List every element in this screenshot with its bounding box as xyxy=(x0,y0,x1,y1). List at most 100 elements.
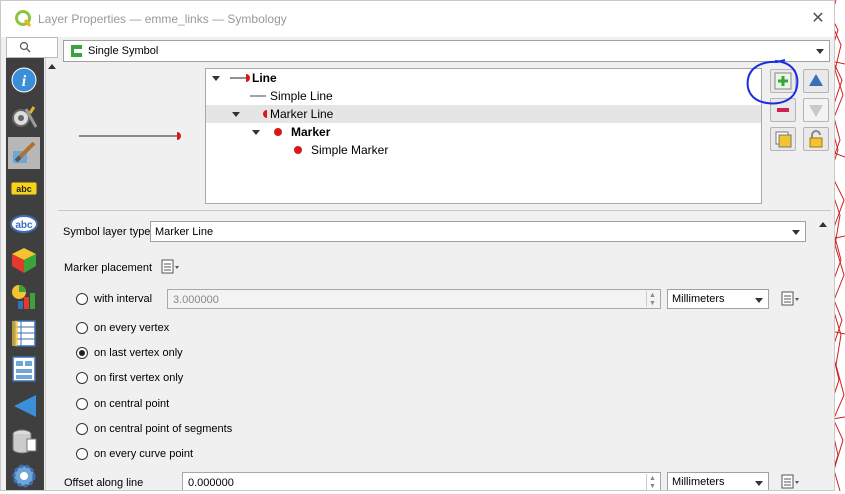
diagram-icon xyxy=(12,285,35,309)
marker-line-icon xyxy=(263,110,267,118)
sidebar-item-joins[interactable] xyxy=(8,389,40,421)
lock-layer-button[interactable] xyxy=(803,127,829,151)
tree-label: Marker Line xyxy=(270,107,334,121)
data-defined-override-icon[interactable] xyxy=(159,258,181,276)
offset-along-line-label: Offset along line xyxy=(64,477,144,489)
symbol-layer-type-value: Marker Line xyxy=(155,226,214,238)
interval-value: 3.000000 xyxy=(173,294,219,306)
search-icon xyxy=(19,41,31,53)
tree-label: Line xyxy=(252,71,277,85)
sidebar-search-input[interactable] xyxy=(6,37,58,58)
scroll-up-icon[interactable] xyxy=(48,64,56,69)
interval-unit-select[interactable]: Millimeters xyxy=(667,289,769,309)
radio-on-central-point[interactable] xyxy=(76,398,88,410)
fields-icon xyxy=(12,320,36,347)
sidebar-item-information[interactable]: i xyxy=(8,64,40,96)
offset-along-line-input[interactable]: 0.000000 ▲ ▼ xyxy=(182,472,661,490)
svg-text:abc: abc xyxy=(15,220,33,231)
paintbrush-icon xyxy=(13,141,36,163)
sidebar-item-attributes-form[interactable] xyxy=(8,353,40,385)
move-down-button[interactable] xyxy=(803,98,829,122)
chevron-down-icon xyxy=(816,49,824,54)
sidebar-item-source[interactable] xyxy=(8,101,40,133)
layer-properties-dialog: Layer Properties — emme_links — Symbolog… xyxy=(0,0,835,491)
lock-layer-icon xyxy=(809,130,823,148)
symbol-layer-type-label: Symbol layer type xyxy=(63,226,151,238)
svg-text:i: i xyxy=(22,73,27,90)
interval-unit-value: Millimeters xyxy=(672,293,725,305)
properties-scrollbar[interactable] xyxy=(816,216,830,490)
tree-label: Marker xyxy=(291,125,331,139)
move-down-icon xyxy=(809,105,823,117)
labels-abc-icon: abc xyxy=(10,181,38,196)
red-dot-icon xyxy=(274,128,282,136)
close-button[interactable]: ✕ xyxy=(807,9,829,29)
line-marker-icon xyxy=(230,74,250,82)
radio-on-last-vertex[interactable] xyxy=(76,347,88,359)
expand-arrow-icon[interactable] xyxy=(232,112,240,117)
red-dot-icon xyxy=(294,146,302,154)
interval-input[interactable]: 3.000000 ▲ ▼ xyxy=(167,289,661,309)
chevron-down-icon xyxy=(792,230,800,235)
symbol-layer-type-select[interactable]: Marker Line xyxy=(150,221,806,242)
actions-gear-icon xyxy=(12,464,36,488)
chevron-down-icon xyxy=(755,298,763,303)
offset-value: 0.000000 xyxy=(188,477,234,489)
qgis-logo-icon xyxy=(15,10,32,27)
renderer-select-value: Single Symbol xyxy=(88,45,159,57)
duplicate-layer-button[interactable] xyxy=(770,127,796,151)
sidebar-item-fields[interactable] xyxy=(8,317,40,349)
radio-label-on-central-point: on central point xyxy=(94,398,170,410)
data-defined-override-icon[interactable] xyxy=(779,473,801,491)
offset-unit-value: Millimeters xyxy=(672,476,725,488)
sidebar-item-auxiliary-storage[interactable] xyxy=(8,425,40,457)
cube-icon xyxy=(12,248,36,273)
radio-label-on-every-curve-point: on every curve point xyxy=(94,448,194,460)
scroll-up-icon[interactable] xyxy=(819,222,827,227)
simple-line-icon xyxy=(250,95,266,97)
sidebar-scrollbar[interactable] xyxy=(45,58,59,490)
symbol-layer-tree[interactable]: Line Simple Line Marker Line Marker Simp… xyxy=(205,68,762,204)
sidebar-item-3d-view[interactable] xyxy=(8,244,40,276)
radio-on-first-vertex[interactable] xyxy=(76,372,88,384)
tree-label: Simple Marker xyxy=(311,143,389,157)
move-up-button[interactable] xyxy=(803,69,829,93)
radio-label-with-interval: with interval xyxy=(94,293,153,305)
single-symbol-icon xyxy=(71,45,82,57)
sidebar-item-actions[interactable] xyxy=(8,459,40,490)
panel-splitter[interactable] xyxy=(58,210,831,211)
symbol-preview xyxy=(79,132,181,140)
expand-arrow-icon[interactable] xyxy=(252,130,260,135)
annotation-circle xyxy=(746,59,799,105)
settings-wrench-icon xyxy=(12,106,38,128)
sidebar-item-labels[interactable]: abc xyxy=(8,173,40,205)
sidebar-item-diagrams[interactable] xyxy=(8,281,40,313)
marker-placement-label: Marker placement xyxy=(64,262,153,274)
info-icon: i xyxy=(11,67,37,93)
radio-with-interval[interactable] xyxy=(76,293,88,305)
expand-arrow-icon[interactable] xyxy=(212,76,220,81)
radio-label-on-central-point-of-segments: on central point of segments xyxy=(94,423,233,435)
data-defined-override-icon[interactable] xyxy=(779,290,801,310)
joins-icon xyxy=(14,395,36,417)
masks-abc-icon: abc xyxy=(10,215,38,233)
window-title: Layer Properties — emme_links — Symbolog… xyxy=(38,12,287,26)
title-bar: Layer Properties — emme_links — Symbolog… xyxy=(1,1,834,37)
radio-on-every-curve-point[interactable] xyxy=(76,448,88,460)
database-icon xyxy=(12,429,37,454)
offset-spinner[interactable]: ▲ ▼ xyxy=(646,474,659,490)
radio-label-on-last-vertex: on last vertex only xyxy=(94,347,183,359)
sidebar-item-masks[interactable]: abc xyxy=(8,208,40,240)
offset-unit-select[interactable]: Millimeters xyxy=(667,472,769,490)
duplicate-layer-icon xyxy=(775,131,792,148)
move-up-icon xyxy=(809,74,823,86)
renderer-select[interactable]: Single Symbol xyxy=(63,40,830,62)
radio-label-on-every-vertex: on every vertex xyxy=(94,322,170,334)
svg-text:abc: abc xyxy=(16,184,32,194)
radio-on-every-vertex[interactable] xyxy=(76,322,88,334)
radio-on-central-point-of-segments[interactable] xyxy=(76,423,88,435)
interval-spinner[interactable]: ▲ ▼ xyxy=(646,291,659,307)
radio-label-on-first-vertex: on first vertex only xyxy=(94,372,184,384)
form-icon xyxy=(12,356,36,382)
sidebar-item-symbology[interactable] xyxy=(8,137,40,169)
